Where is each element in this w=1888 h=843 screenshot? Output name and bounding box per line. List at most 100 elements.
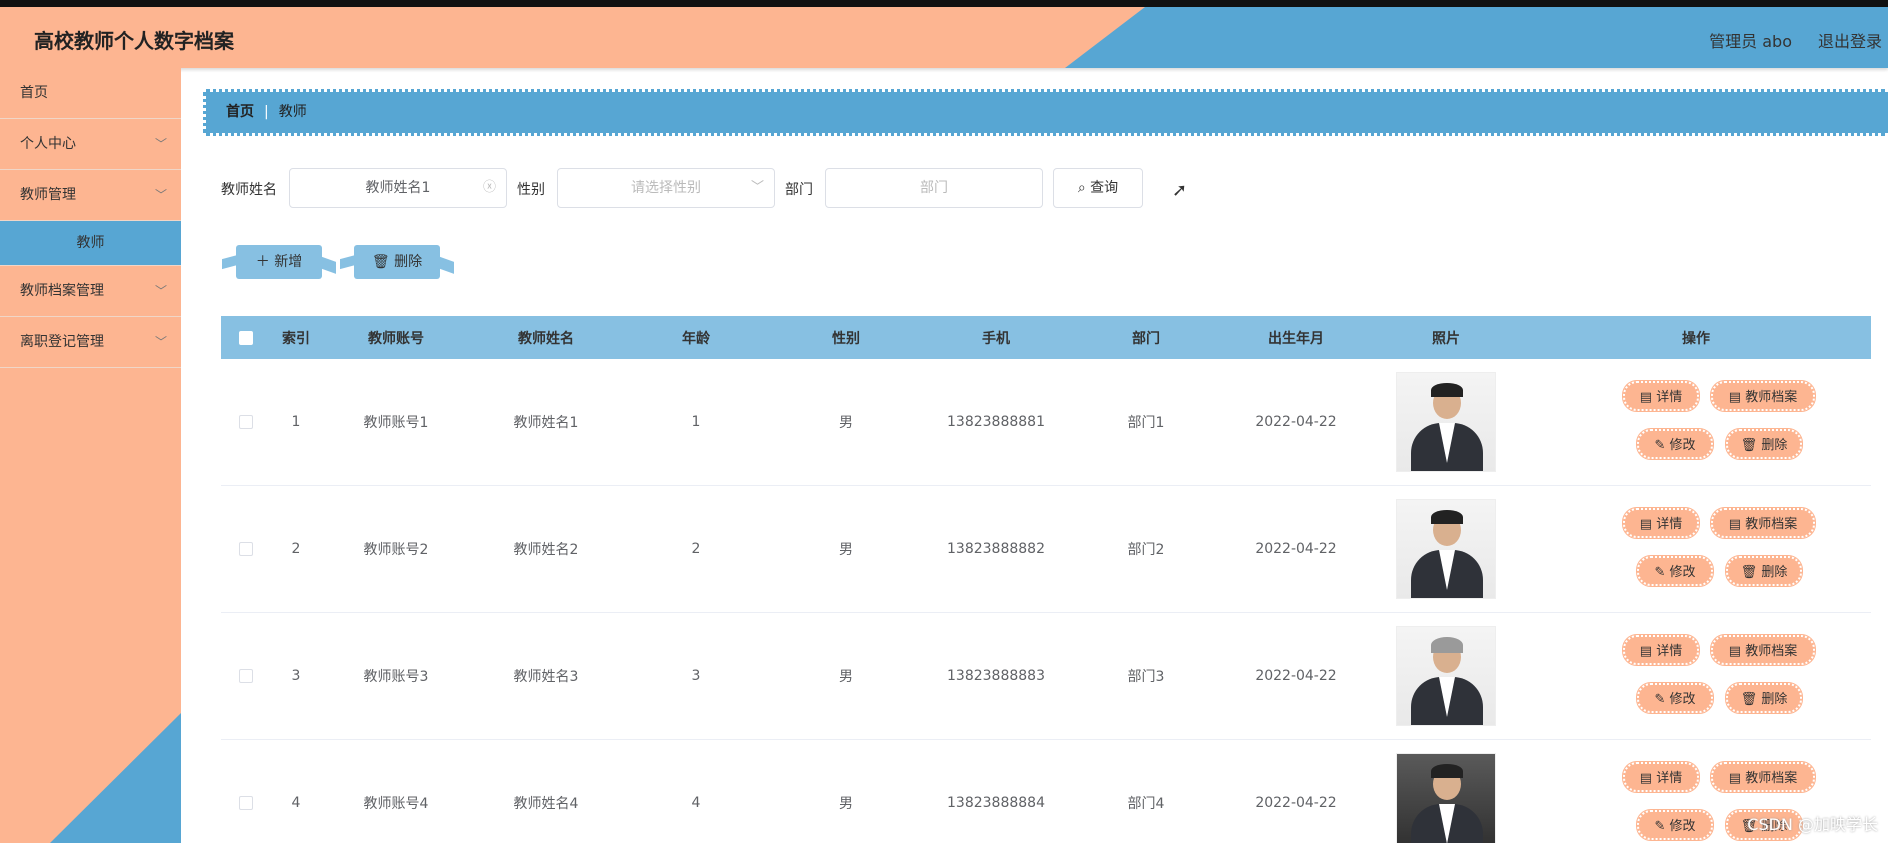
cell-dept: 部门2 <box>1127 542 1165 558</box>
col-header: 教师账号 <box>368 330 424 347</box>
row-checkbox[interactable] <box>239 796 253 810</box>
detail-button[interactable]: ▤ 详情 <box>1622 507 1700 539</box>
chevron-down-icon: ﹀ <box>154 335 167 349</box>
document-icon: ▤ <box>1728 771 1742 786</box>
dept-search-input[interactable]: 部门 <box>825 168 1043 208</box>
edit-button[interactable]: ✎ 修改 <box>1636 428 1714 460</box>
app-header: 高校教师个人数字档案 管理员 abo 退出登录 <box>0 7 1888 68</box>
archive-button[interactable]: ▤ 教师档案 <box>1710 380 1816 412</box>
col-header: 年龄 <box>682 330 710 347</box>
add-button[interactable]: ＋ 新增 <box>236 245 322 279</box>
edit-button[interactable]: ✎ 修改 <box>1636 682 1714 714</box>
detail-button[interactable]: ▤ 详情 <box>1622 634 1700 666</box>
col-header: 性别 <box>832 330 860 347</box>
document-icon: ▤ <box>1728 390 1742 405</box>
teacher-photo <box>1396 372 1496 472</box>
row-checkbox[interactable] <box>239 669 253 683</box>
archive-button[interactable]: ▤ 教师档案 <box>1710 634 1816 666</box>
logout-link[interactable]: 退出登录 <box>1818 28 1882 52</box>
detail-label: 详情 <box>1656 644 1683 659</box>
row-checkbox[interactable] <box>239 542 253 556</box>
cell-gender: 男 <box>839 415 853 431</box>
cell-account: 教师账号2 <box>363 542 429 558</box>
sidebar-item-archive-management[interactable]: 教师档案管理 ﹀ <box>0 266 181 317</box>
name-search-input[interactable]: 教师姓名1 ⓧ <box>289 168 507 208</box>
sidebar-item-resignation-management[interactable]: 离职登记管理 ﹀ <box>0 317 181 368</box>
sidebar-item-teacher-management[interactable]: 教师管理 ﹀ <box>0 170 181 221</box>
table-header: 索引 教师账号 教师姓名 年龄 性别 手机 部门 出生年月 照片 操作 <box>221 316 1871 359</box>
batch-delete-button[interactable]: 🗑 删除 <box>354 245 440 279</box>
select-all-checkbox[interactable] <box>239 330 253 345</box>
delete-button[interactable]: 🗑 删除 <box>1725 428 1803 460</box>
row-select-cell <box>221 486 271 612</box>
archive-button[interactable]: ▤ 教师档案 <box>1710 761 1816 793</box>
cell-name: 教师姓名1 <box>513 415 579 431</box>
sidebar: 首页 个人中心 ﹀ 教师管理 ﹀ 教师 教师档案管理 ﹀ 离职登记管理 ﹀ <box>0 68 181 843</box>
cell-age: 4 <box>691 795 701 811</box>
archive-label: 教师档案 <box>1745 390 1798 405</box>
sidebar-item-label: 教师档案管理 <box>20 283 104 299</box>
gender-select[interactable]: 请选择性别 ﹀ <box>557 168 775 208</box>
cell-index: 4 <box>291 795 301 811</box>
select-all-cell <box>221 316 271 359</box>
dept-label: 部门 <box>785 182 813 198</box>
watermark: CSDN @加映学长 <box>1747 815 1878 834</box>
plus-icon: ＋ <box>255 254 270 270</box>
col-header: 操作 <box>1682 330 1710 347</box>
name-label: 教师姓名 <box>221 182 277 198</box>
cell-index: 2 <box>291 541 301 557</box>
breadcrumb-current: 教师 <box>278 104 307 120</box>
sidebar-item-label: 个人中心 <box>20 136 76 152</box>
search-bar: 教师姓名 教师姓名1 ⓧ 性别 请选择性别 ﹀ 部门 部门 ⌕ 查询 <box>221 168 1421 208</box>
row-checkbox[interactable] <box>239 415 253 429</box>
current-user: 管理员 abo <box>1709 32 1792 51</box>
cell-gender: 男 <box>839 669 853 685</box>
edit-button[interactable]: ✎ 修改 <box>1636 809 1714 841</box>
sidebar-item-home[interactable]: 首页 <box>0 68 181 119</box>
sidebar-item-personal-center[interactable]: 个人中心 ﹀ <box>0 119 181 170</box>
sidebar-corner-decoration <box>50 713 181 843</box>
chevron-down-icon: ﹀ <box>154 284 167 298</box>
chevron-down-icon: ﹀ <box>154 137 167 151</box>
trash-icon: 🗑 <box>1740 692 1758 707</box>
edit-label: 修改 <box>1669 565 1696 580</box>
clear-icon[interactable]: ⓧ <box>483 169 496 207</box>
cell-index: 3 <box>291 668 301 684</box>
breadcrumb-home[interactable]: 首页 <box>226 104 254 120</box>
sidebar-item-label: 教师管理 <box>20 187 76 203</box>
sidebar-item-label: 首页 <box>20 85 48 101</box>
pencil-icon: ✎ <box>1654 438 1666 453</box>
search-icon: ⌕ <box>1077 180 1086 196</box>
cell-gender: 男 <box>839 542 853 558</box>
window-top-bar <box>0 0 1888 7</box>
archive-button[interactable]: ▤ 教师档案 <box>1710 507 1816 539</box>
cell-birth: 2022-04-22 <box>1255 414 1337 430</box>
cell-account: 教师账号4 <box>363 796 429 812</box>
query-label: 查询 <box>1090 180 1119 196</box>
sidebar-item-teacher[interactable]: 教师 <box>0 221 181 266</box>
teacher-table: 索引 教师账号 教师姓名 年龄 性别 手机 部门 出生年月 照片 操作 1 教师… <box>221 316 1871 843</box>
document-icon: ▤ <box>1728 517 1742 532</box>
delete-label: 删除 <box>1761 438 1788 453</box>
cell-age: 2 <box>691 541 701 557</box>
cell-dept: 部门3 <box>1127 669 1165 685</box>
table-row: 3 教师账号3 教师姓名3 3 男 13823888883 部门3 2022-0… <box>221 613 1871 740</box>
document-icon: ▤ <box>1639 771 1653 786</box>
delete-label: 删除 <box>1761 692 1788 707</box>
cell-age: 1 <box>691 414 701 430</box>
detail-button[interactable]: ▤ 详情 <box>1622 761 1700 793</box>
cell-index: 1 <box>291 414 301 430</box>
delete-button[interactable]: 🗑 删除 <box>1725 555 1803 587</box>
row-select-cell <box>221 613 271 739</box>
query-button[interactable]: ⌕ 查询 <box>1053 168 1143 208</box>
detail-button[interactable]: ▤ 详情 <box>1622 380 1700 412</box>
col-header: 索引 <box>282 330 310 347</box>
gender-placeholder: 请选择性别 <box>631 180 701 196</box>
cell-name: 教师姓名3 <box>513 669 579 685</box>
row-select-cell <box>221 740 271 843</box>
col-header: 出生年月 <box>1268 330 1324 347</box>
edit-button[interactable]: ✎ 修改 <box>1636 555 1714 587</box>
trash-icon: 🗑 <box>1740 565 1758 580</box>
pencil-icon: ✎ <box>1654 819 1666 834</box>
delete-button[interactable]: 🗑 删除 <box>1725 682 1803 714</box>
